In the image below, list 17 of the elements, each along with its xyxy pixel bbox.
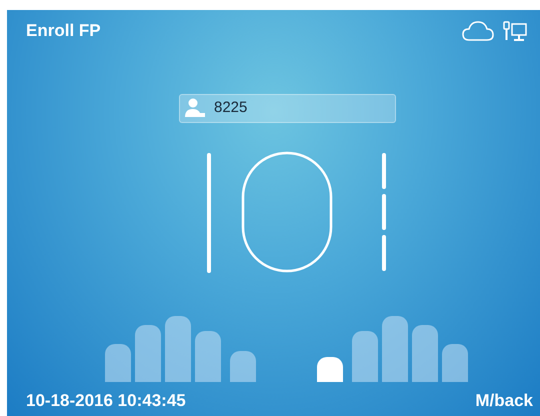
finger-bar[interactable] (165, 316, 191, 382)
cloud-icon (462, 20, 494, 42)
finger-bar[interactable] (382, 316, 408, 382)
finger-bar[interactable] (135, 325, 161, 382)
user-icon (184, 97, 206, 120)
finger-bar[interactable] (105, 344, 131, 382)
screen-title: Enroll FP (26, 20, 101, 42)
finger-bar[interactable] (230, 351, 256, 382)
finger-bar[interactable] (352, 331, 378, 382)
finger-bar[interactable] (317, 357, 343, 382)
back-hint: M/back (475, 390, 533, 412)
user-id-value: 8225 (214, 98, 248, 118)
finger-bar[interactable] (412, 325, 438, 382)
network-computer-icon (502, 20, 528, 42)
date-time: 10-18-2016 10:43:45 (26, 390, 186, 412)
finger-bar[interactable] (195, 331, 221, 382)
finger-bar[interactable] (442, 344, 468, 382)
